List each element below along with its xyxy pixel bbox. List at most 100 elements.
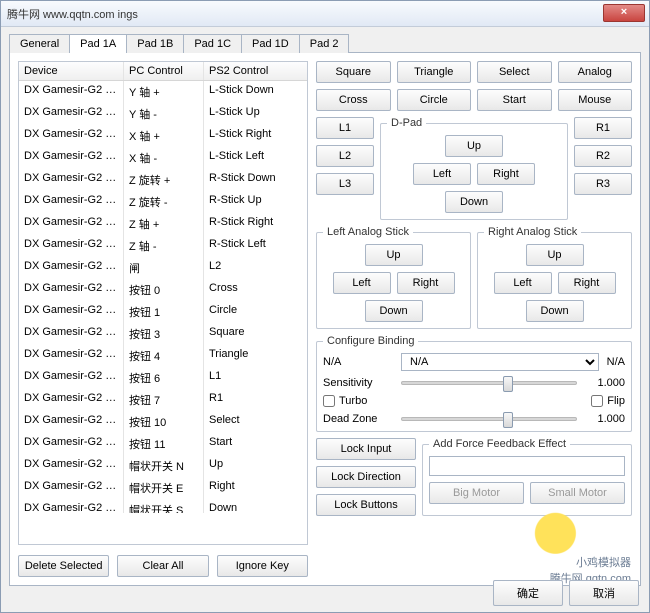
l1-button[interactable]: L1 <box>316 117 374 139</box>
ras-right-button[interactable]: Right <box>558 272 616 294</box>
ok-button[interactable]: 确定 <box>493 580 563 606</box>
las-down-button[interactable]: Down <box>365 300 423 322</box>
table-row[interactable]: DX Gamesir-G2 1...帽状开关 NUp <box>19 455 307 477</box>
delete-selected-button[interactable]: Delete Selected <box>18 555 109 577</box>
small-motor-button[interactable]: Small Motor <box>530 482 625 504</box>
flip-checkbox[interactable]: Flip <box>591 395 625 407</box>
l3-button[interactable]: L3 <box>316 173 374 195</box>
lock-direction-button[interactable]: Lock Direction <box>316 466 416 488</box>
dpad-up-button[interactable]: Up <box>445 135 503 157</box>
table-row[interactable]: DX Gamesir-G2 1...按钮 0Cross <box>19 279 307 301</box>
ras-legend: Right Analog Stick <box>484 226 581 238</box>
mouse-button[interactable]: Mouse <box>558 89 633 111</box>
r-column: R1 R2 R3 <box>574 117 632 220</box>
table-body[interactable]: DX Gamesir-G2 1...Y 轴 +L-Stick DownDX Ga… <box>19 81 307 513</box>
r2-button[interactable]: R2 <box>574 145 632 167</box>
col-pc[interactable]: PC Control <box>124 62 204 80</box>
table-row[interactable]: DX Gamesir-G2 1...按钮 1Circle <box>19 301 307 323</box>
tab-pad-1b[interactable]: Pad 1B <box>126 34 184 53</box>
table-row[interactable]: DX Gamesir-G2 1...Z 轴 -R-Stick Left <box>19 235 307 257</box>
square-button[interactable]: Square <box>316 61 391 83</box>
table-row[interactable]: DX Gamesir-G2 1...按钮 11Start <box>19 433 307 455</box>
analog-button[interactable]: Analog <box>558 61 633 83</box>
cell-pc: 按钮 11 <box>124 433 204 455</box>
r3-button[interactable]: R3 <box>574 173 632 195</box>
col-ps2[interactable]: PS2 Control <box>204 62 299 80</box>
table-row[interactable]: DX Gamesir-G2 1...Y 轴 -L-Stick Up <box>19 103 307 125</box>
table-row[interactable]: DX Gamesir-G2 1...闸L2 <box>19 257 307 279</box>
dpad-down-button[interactable]: Down <box>445 191 503 213</box>
cell-device: DX Gamesir-G2 1... <box>19 103 124 125</box>
binding-combo[interactable]: N/A <box>401 353 599 371</box>
cell-pc: 闸 <box>124 257 204 279</box>
slider-thumb[interactable] <box>503 376 513 392</box>
cell-ps2: Right <box>204 477 299 499</box>
table-row[interactable]: DX Gamesir-G2 1...Z 轴 +R-Stick Right <box>19 213 307 235</box>
cancel-button[interactable]: 取消 <box>569 580 639 606</box>
col-device[interactable]: Device <box>19 62 124 80</box>
table-row[interactable]: DX Gamesir-G2 1...X 轴 -L-Stick Left <box>19 147 307 169</box>
ras-up-button[interactable]: Up <box>526 244 584 266</box>
start-button[interactable]: Start <box>477 89 552 111</box>
select-button[interactable]: Select <box>477 61 552 83</box>
cell-ps2: Down <box>204 499 299 513</box>
cell-ps2: L1 <box>204 367 299 389</box>
face-row-1: Square Triangle Select Analog <box>316 61 632 83</box>
las-left-button[interactable]: Left <box>333 272 391 294</box>
dpad-left-button[interactable]: Left <box>413 163 471 185</box>
cell-pc: Z 旋转 - <box>124 191 204 213</box>
l2-button[interactable]: L2 <box>316 145 374 167</box>
table-row[interactable]: DX Gamesir-G2 1...Z 旋转 -R-Stick Up <box>19 191 307 213</box>
table-row[interactable]: DX Gamesir-G2 1...帽状开关 SDown <box>19 499 307 513</box>
ignore-key-button[interactable]: Ignore Key <box>217 555 308 577</box>
cell-ps2: Circle <box>204 301 299 323</box>
turbo-checkbox[interactable]: Turbo <box>323 395 367 407</box>
cell-pc: Y 轴 - <box>124 103 204 125</box>
l-column: L1 L2 L3 <box>316 117 374 220</box>
cell-device: DX Gamesir-G2 1... <box>19 301 124 323</box>
table-row[interactable]: DX Gamesir-G2 1...帽状开关 ERight <box>19 477 307 499</box>
tab-pad-1d[interactable]: Pad 1D <box>241 34 300 53</box>
sensitivity-label: Sensitivity <box>323 377 393 389</box>
table-row[interactable]: DX Gamesir-G2 1...X 轴 +L-Stick Right <box>19 125 307 147</box>
circle-button[interactable]: Circle <box>397 89 472 111</box>
cell-pc: X 轴 + <box>124 125 204 147</box>
deadzone-value: 1.000 <box>585 413 625 425</box>
table-row[interactable]: DX Gamesir-G2 1...按钮 6L1 <box>19 367 307 389</box>
table-row[interactable]: DX Gamesir-G2 1...Z 旋转 +R-Stick Down <box>19 169 307 191</box>
table-row[interactable]: DX Gamesir-G2 1...按钮 10Select <box>19 411 307 433</box>
table-row[interactable]: DX Gamesir-G2 1...按钮 3Square <box>19 323 307 345</box>
settings-window: 腾牛网 www.qqtn.com ings × GeneralPad 1APad… <box>0 0 650 613</box>
r1-button[interactable]: R1 <box>574 117 632 139</box>
lock-input-button[interactable]: Lock Input <box>316 438 416 460</box>
ffb-combo[interactable] <box>429 456 625 476</box>
cell-device: DX Gamesir-G2 1... <box>19 433 124 455</box>
cell-ps2: Cross <box>204 279 299 301</box>
table-row[interactable]: DX Gamesir-G2 1...按钮 4Triangle <box>19 345 307 367</box>
tab-pad-1a[interactable]: Pad 1A <box>69 34 127 53</box>
big-motor-button[interactable]: Big Motor <box>429 482 524 504</box>
table-row[interactable]: DX Gamesir-G2 1...Y 轴 +L-Stick Down <box>19 81 307 103</box>
cross-button[interactable]: Cross <box>316 89 391 111</box>
deadzone-slider[interactable] <box>401 417 577 421</box>
dpad-right-button[interactable]: Right <box>477 163 535 185</box>
cell-device: DX Gamesir-G2 1... <box>19 477 124 499</box>
cell-ps2: L-Stick Down <box>204 81 299 103</box>
clear-all-button[interactable]: Clear All <box>117 555 208 577</box>
lock-buttons-button[interactable]: Lock Buttons <box>316 494 416 516</box>
tab-general[interactable]: General <box>9 34 70 53</box>
ras-left-button[interactable]: Left <box>494 272 552 294</box>
cell-ps2: L-Stick Left <box>204 147 299 169</box>
las-up-button[interactable]: Up <box>365 244 423 266</box>
slider-thumb[interactable] <box>503 412 513 428</box>
triangle-button[interactable]: Triangle <box>397 61 472 83</box>
tab-pad-2[interactable]: Pad 2 <box>299 34 350 53</box>
sensitivity-slider[interactable] <box>401 381 577 385</box>
las-right-button[interactable]: Right <box>397 272 455 294</box>
cell-pc: 帽状开关 E <box>124 477 204 499</box>
ras-down-button[interactable]: Down <box>526 300 584 322</box>
left-stick-group: Left Analog Stick Up Left Right Down <box>316 226 471 329</box>
close-button[interactable]: × <box>603 4 645 22</box>
table-row[interactable]: DX Gamesir-G2 1...按钮 7R1 <box>19 389 307 411</box>
tab-pad-1c[interactable]: Pad 1C <box>183 34 242 53</box>
